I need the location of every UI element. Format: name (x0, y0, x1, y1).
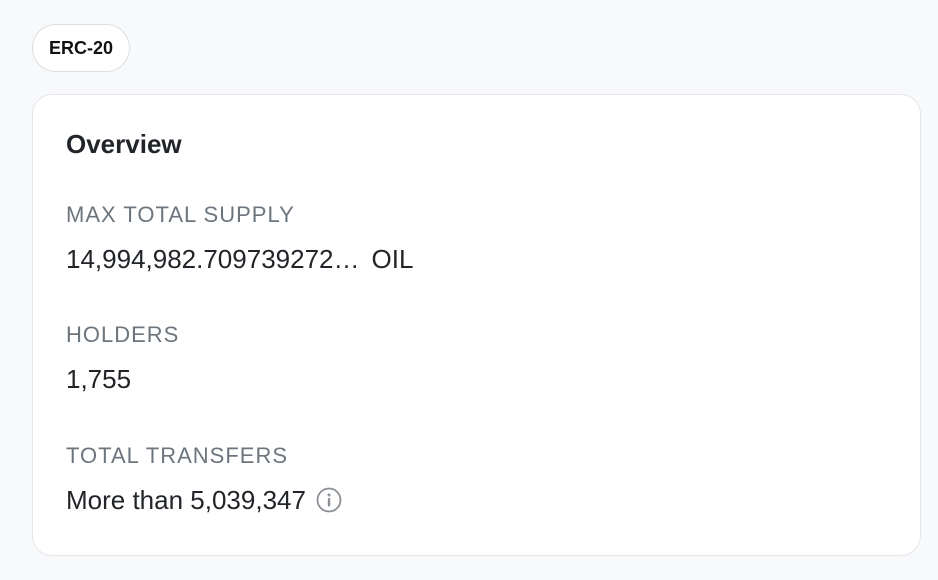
max-total-supply-label: MAX TOTAL SUPPLY (66, 202, 295, 227)
max-total-supply-value: 14,994,982.709739272… (66, 244, 360, 274)
token-standard-badge[interactable]: ERC-20 (32, 24, 131, 72)
overview-title: Overview (66, 129, 182, 159)
max-total-supply-row: 14,994,982.709739272… OIL (66, 242, 413, 276)
holders-label: HOLDERS (66, 322, 180, 347)
overview-card: Overview MAX TOTAL SUPPLY 14,994,982.709… (32, 94, 921, 556)
total-transfers-row: More than 5,039,347 (66, 483, 342, 517)
info-icon[interactable] (316, 487, 342, 513)
total-transfers-section: TOTAL TRANSFERS More than 5,039,347 (66, 442, 342, 517)
token-symbol: OIL (371, 244, 414, 274)
max-total-supply-section: MAX TOTAL SUPPLY 14,994,982.709739272… O… (66, 201, 413, 276)
total-transfers-value: More than 5,039,347 (66, 485, 306, 515)
token-standard-label: ERC-20 (49, 37, 114, 58)
total-transfers-label: TOTAL TRANSFERS (66, 443, 289, 468)
holders-value: 1,755 (66, 364, 132, 394)
holders-section: HOLDERS 1,755 (66, 321, 179, 396)
holders-row: 1,755 (66, 362, 179, 396)
